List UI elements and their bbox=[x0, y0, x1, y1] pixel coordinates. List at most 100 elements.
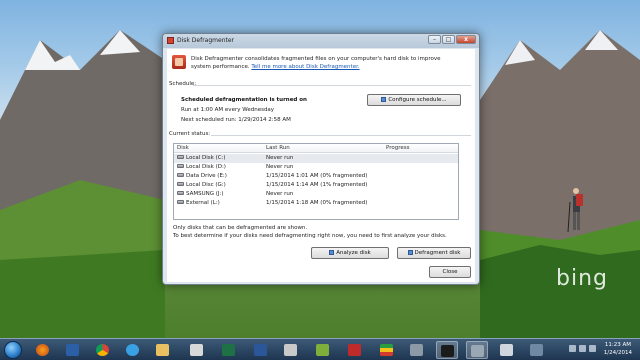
taskbar-chart[interactable] bbox=[526, 341, 548, 359]
clock-time: 11:23 AM bbox=[604, 342, 631, 348]
disk-row[interactable]: Data Drive (E:) 1/15/2014 1:01 AM (0% fr… bbox=[174, 172, 458, 181]
clock[interactable]: 11:23 AM 1/24/2014 bbox=[604, 341, 632, 357]
tray-network-icon[interactable] bbox=[579, 345, 586, 352]
disk-defragmenter-window[interactable]: Disk Defragmenter – □ x Disk Defragmente… bbox=[162, 33, 480, 285]
hard-drive-icon bbox=[177, 182, 184, 186]
disk-row[interactable]: Local Disk (C:) Never run bbox=[174, 154, 458, 163]
taskbar-word[interactable] bbox=[250, 341, 272, 359]
minimize-button[interactable]: – bbox=[428, 35, 441, 44]
disk-last-run: 1/15/2014 1:14 AM (1% fragmented) bbox=[266, 182, 368, 188]
tray-flag-icon[interactable] bbox=[569, 345, 576, 352]
note-line-2: To best determine if your disks need def… bbox=[173, 233, 447, 239]
hard-drive-icon bbox=[177, 191, 184, 195]
taskbar-ie[interactable] bbox=[122, 341, 144, 359]
excel-icon bbox=[222, 344, 235, 356]
start-button[interactable] bbox=[4, 341, 22, 359]
hard-drive-icon bbox=[177, 200, 184, 204]
tools-icon bbox=[500, 344, 513, 356]
analyze-disk-label: Analyze disk bbox=[336, 250, 371, 256]
taskbar-pdf[interactable] bbox=[280, 341, 302, 359]
clock-date: 1/24/2014 bbox=[603, 350, 632, 356]
tray-volume-icon[interactable] bbox=[589, 345, 596, 352]
terminal-icon bbox=[441, 345, 454, 357]
explorer-icon bbox=[156, 344, 169, 356]
schedule-run-at: Run at 1:00 AM every Wednesday bbox=[181, 107, 275, 113]
taskbar-disk-defrag[interactable] bbox=[466, 341, 488, 359]
schedule-status: Scheduled defragmentation is turned on bbox=[181, 97, 307, 103]
learn-more-link[interactable]: Tell me more about Disk Defragmenter. bbox=[251, 64, 359, 70]
configure-schedule-button[interactable]: Configure schedule... bbox=[367, 94, 461, 106]
disk-last-run: Never run bbox=[266, 155, 294, 161]
disk-row[interactable]: SAMSUNG (J:) Never run bbox=[174, 190, 458, 199]
close-window-button[interactable]: x bbox=[456, 35, 476, 44]
disk-name: Local Disk (C:) bbox=[186, 155, 226, 161]
taskbar-network[interactable] bbox=[62, 341, 84, 359]
column-last-run[interactable]: Last Run bbox=[266, 145, 290, 151]
firefox-icon bbox=[36, 344, 49, 356]
disk-last-run: 1/15/2014 1:01 AM (0% fragmented) bbox=[266, 173, 368, 179]
taskbar-archive[interactable] bbox=[312, 341, 334, 359]
archive-icon bbox=[316, 344, 329, 356]
note-line-1: Only disks that can be defragmented are … bbox=[173, 225, 308, 231]
chrome-icon bbox=[96, 344, 109, 356]
maximize-button[interactable]: □ bbox=[442, 35, 455, 44]
disk-name: External (L:) bbox=[186, 200, 220, 206]
analyze-disk-button[interactable]: Analyze disk bbox=[311, 247, 389, 259]
window-content: Disk Defragmenter consolidates fragmente… bbox=[167, 49, 475, 282]
ie-icon bbox=[126, 344, 139, 356]
window-title: Disk Defragmenter bbox=[177, 37, 235, 44]
configure-schedule-label: Configure schedule... bbox=[388, 97, 447, 103]
taskbar-media[interactable] bbox=[186, 341, 208, 359]
filezilla-icon bbox=[348, 344, 361, 356]
disk-row[interactable]: External (L:) 1/15/2014 1:18 AM (0% frag… bbox=[174, 199, 458, 208]
word-icon bbox=[254, 344, 267, 356]
system-tray bbox=[569, 345, 596, 352]
shield-icon bbox=[329, 250, 335, 255]
disk-name: Local Disc (G:) bbox=[186, 182, 226, 188]
defragment-disk-button[interactable]: Defragment disk bbox=[397, 247, 471, 259]
disk-list-header: Disk Last Run Progress bbox=[174, 144, 458, 153]
disk-last-run: 1/15/2014 1:18 AM (0% fragmented) bbox=[266, 200, 368, 206]
disk-row[interactable]: Local Disc (G:) 1/15/2014 1:14 AM (1% fr… bbox=[174, 181, 458, 190]
taskbar-terminal[interactable] bbox=[436, 341, 458, 359]
intro-text: Disk Defragmenter consolidates fragmente… bbox=[191, 55, 461, 71]
defrag-large-icon bbox=[172, 55, 186, 69]
taskbar-excel[interactable] bbox=[218, 341, 240, 359]
schedule-next-run: Next scheduled run: 1/29/2014 2:58 AM bbox=[181, 117, 291, 123]
taskbar: 11:23 AM 1/24/2014 bbox=[0, 338, 640, 360]
taskbar-calculator[interactable] bbox=[406, 341, 428, 359]
bing-logo: bing bbox=[556, 266, 608, 291]
close-button[interactable]: Close bbox=[429, 266, 471, 278]
hard-drive-icon bbox=[177, 173, 184, 177]
taskbar-explorer[interactable] bbox=[152, 341, 174, 359]
flag-app-icon bbox=[380, 344, 393, 356]
shield-icon bbox=[407, 250, 413, 255]
window-controls: – □ x bbox=[428, 35, 476, 44]
taskbar-firefox[interactable] bbox=[32, 341, 54, 359]
chart-icon bbox=[530, 344, 543, 356]
media-icon bbox=[190, 344, 203, 356]
taskbar-filezilla[interactable] bbox=[344, 341, 366, 359]
schedule-label: Schedule: bbox=[169, 81, 197, 87]
column-disk[interactable]: Disk bbox=[177, 145, 189, 151]
column-progress[interactable]: Progress bbox=[386, 145, 409, 151]
status-divider bbox=[211, 135, 471, 136]
taskbar-chrome[interactable] bbox=[92, 341, 114, 359]
disk-row[interactable]: Local Disk (D:) Never run bbox=[174, 163, 458, 172]
calculator-icon bbox=[410, 344, 423, 356]
hard-drive-icon bbox=[177, 164, 184, 168]
disk-last-run: Never run bbox=[266, 191, 294, 197]
current-status-label: Current status: bbox=[169, 131, 211, 137]
shield-icon bbox=[381, 97, 387, 102]
disk-name: Data Drive (E:) bbox=[186, 173, 227, 179]
title-bar[interactable]: Disk Defragmenter – □ x bbox=[163, 34, 479, 48]
pdf-icon bbox=[284, 344, 297, 356]
disk-defrag-icon bbox=[471, 345, 484, 357]
disk-name: SAMSUNG (J:) bbox=[186, 191, 224, 197]
taskbar-flag-app[interactable] bbox=[376, 341, 398, 359]
taskbar-tools[interactable] bbox=[496, 341, 518, 359]
hard-drive-icon bbox=[177, 155, 184, 159]
disk-list[interactable]: Disk Last Run Progress Local Disk (C:) N… bbox=[173, 143, 459, 220]
defrag-app-icon bbox=[167, 37, 174, 44]
defragment-disk-label: Defragment disk bbox=[414, 250, 461, 256]
